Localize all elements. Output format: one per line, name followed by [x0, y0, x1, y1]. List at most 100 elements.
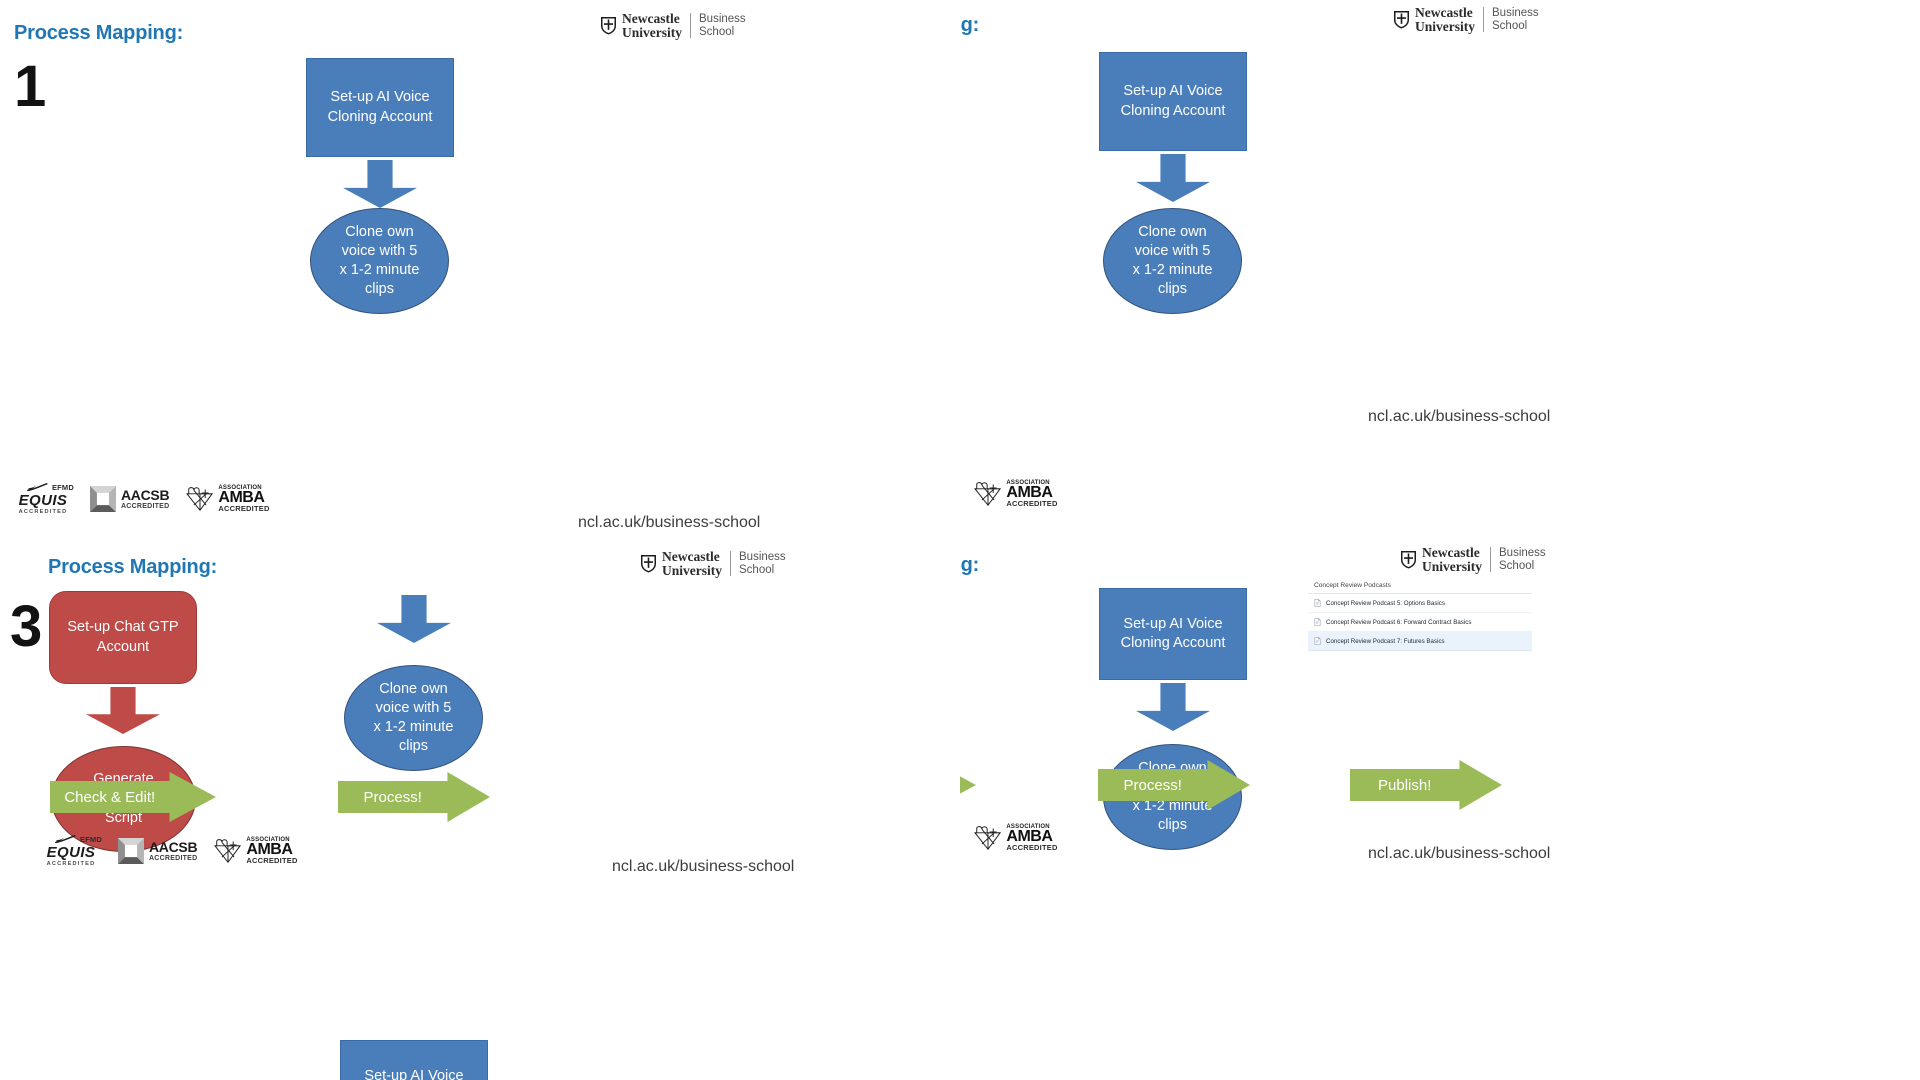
- newcastle-logo: Newcastle University Business School: [600, 12, 746, 39]
- newcastle-logo-line2: University: [622, 24, 682, 40]
- podcast-list-item[interactable]: Concept Review Podcast 6: Forward Contra…: [1308, 613, 1532, 632]
- slide-panel-4: Process Mapping: 4 Set-up Chat GTP Accou…: [960, 540, 1920, 1080]
- node-chat-gtp-setup: Set-up Chat GTP Account: [49, 591, 197, 684]
- newcastle-logo-line1: Newcastle: [622, 11, 680, 26]
- amba-name: AMBA: [1006, 484, 1053, 502]
- newcastle-logo-sub2: School: [699, 25, 735, 38]
- slide-1-step-number: 1: [14, 54, 47, 119]
- aacsb-logo: AACSB ACCREDITED: [118, 838, 198, 864]
- node-ai-voice-setup: Set-up AI Voice Cloning Account: [1099, 52, 1247, 151]
- slide-panel-2: Process Mapping: 2 Set-up Chat GTP Accou…: [960, 0, 1920, 540]
- screenshot-canvas: Process Mapping: 1 Set-up AI Voice Cloni…: [0, 0, 1920, 1080]
- newcastle-shield-icon: [1401, 551, 1416, 569]
- newcastle-logo-divider: [690, 13, 691, 38]
- footer-url: ncl.ac.uk/business-school: [1368, 408, 1551, 425]
- chevron-check-edit: Check & Edit!: [960, 760, 976, 810]
- amba-name: AMBA: [218, 489, 265, 507]
- equis-name: EQUIS: [18, 492, 68, 509]
- node-ai-voice-setup: Set-up AI Voice Cloning Account: [306, 58, 454, 157]
- chevron-process-label: Process!: [1123, 776, 1182, 794]
- newcastle-logo-sub2: School: [739, 563, 775, 576]
- document-icon: [1314, 618, 1321, 626]
- equis-accredited: ACCREDITED: [46, 861, 96, 867]
- node-ai-voice-setup: Set-up AI Voice Cloning Account: [340, 1040, 488, 1080]
- aacsb-logo: AACSB ACCREDITED: [90, 486, 170, 512]
- accreditation-logos: EFMD EQUIS ACCREDITED AACSB ACCREDITED: [40, 835, 298, 867]
- newcastle-shield-icon: [641, 555, 656, 573]
- footer-url: ncl.ac.uk/business-school: [1368, 845, 1551, 862]
- newcastle-logo: Newcastle University Business School: [1393, 6, 1539, 33]
- newcastle-logo-line1: Newcastle: [1422, 545, 1480, 560]
- aacsb-mark-icon: [118, 838, 144, 864]
- flow-arrow-down-blue: [1136, 154, 1210, 202]
- slide-3-step-number: 3: [10, 594, 43, 659]
- newcastle-logo-divider: [730, 551, 731, 576]
- amba-accredited: ACCREDITED: [1006, 499, 1058, 509]
- newcastle-logo-line2: University: [1422, 558, 1482, 574]
- equis-logo: EFMD EQUIS ACCREDITED: [40, 835, 102, 867]
- chevron-process-label: Process!: [363, 788, 422, 806]
- amba-logo: ASSOCIATION AMBA ACCREDITED: [213, 837, 297, 864]
- concept-review-podcast-list: Concept Review Podcasts Concept Review P…: [1308, 580, 1532, 651]
- amba-logo: ASSOCIATION AMBA ACCREDITED: [185, 485, 269, 512]
- newcastle-logo-line1: Newcastle: [1415, 5, 1473, 20]
- efmd-swoosh-icon: [26, 483, 48, 492]
- podcast-list-item-label: Concept Review Podcast 6: Forward Contra…: [1326, 618, 1472, 626]
- equis-accredited: ACCREDITED: [18, 509, 68, 515]
- amba-diamond-icon: [214, 839, 242, 864]
- newcastle-logo-line2: University: [1415, 18, 1475, 34]
- newcastle-logo-line2: University: [662, 562, 722, 578]
- chevron-process: Process!: [338, 772, 490, 822]
- newcastle-shield-icon: [1394, 11, 1409, 29]
- newcastle-logo-divider: [1490, 547, 1491, 572]
- amba-diamond-icon: [974, 826, 1002, 851]
- newcastle-logo-sub1: Business: [739, 550, 786, 563]
- accreditation-logos: EFMD EQUIS ACCREDITED AACSB ACCREDITED: [12, 483, 270, 515]
- amba-diamond-icon: [974, 482, 1002, 507]
- amba-name: AMBA: [246, 841, 293, 859]
- node-clone-voice: Clone own voice with 5 x 1-2 minute clip…: [344, 665, 483, 771]
- newcastle-logo: Newcastle University Business School: [640, 550, 786, 577]
- flow-arrow-down-red: [86, 687, 160, 734]
- flow-arrow-down-blue: [343, 160, 417, 208]
- amba-logo: ASSOCIATION AMBA ACCREDITED: [973, 480, 1057, 507]
- chevron-publish-label: Publish!: [1378, 776, 1432, 794]
- slide-panel-1: Process Mapping: 1 Set-up AI Voice Cloni…: [0, 0, 960, 540]
- aacsb-accredited: ACCREDITED: [149, 855, 198, 862]
- newcastle-logo-divider: [1483, 7, 1484, 32]
- node-clone-voice: Clone own voice with 5 x 1-2 minute clip…: [1103, 208, 1242, 314]
- podcast-list-item-label: Concept Review Podcast 5: Options Basics: [1326, 599, 1445, 607]
- efmd-label: EFMD: [51, 483, 74, 492]
- podcast-list-item[interactable]: Concept Review Podcast 5: Options Basics: [1308, 594, 1532, 613]
- slide-3-title: Process Mapping:: [48, 556, 218, 578]
- newcastle-logo-sub1: Business: [1492, 6, 1539, 19]
- document-icon: [1314, 599, 1321, 607]
- aacsb-name: AACSB: [149, 839, 198, 855]
- amba-accredited: ACCREDITED: [1006, 843, 1058, 853]
- slide-1-title: Process Mapping:: [14, 22, 184, 44]
- accreditation-logos: EFMD EQUIS ACCREDITED AACSB ACCREDITED: [960, 822, 1058, 854]
- amba-name: AMBA: [1006, 828, 1053, 846]
- chevron-check-edit-label: Check & Edit!: [64, 788, 156, 806]
- amba-diamond-icon: [186, 487, 214, 512]
- accreditation-logos: EFMD EQUIS ACCREDITED AACSB ACCREDITED: [960, 478, 1058, 510]
- newcastle-logo: Newcastle University Business School: [1400, 546, 1546, 573]
- aacsb-name: AACSB: [121, 487, 170, 503]
- slide-panel-3: Process Mapping: 3 Set-up Chat GTP Accou…: [0, 540, 960, 1080]
- podcast-list-header: Concept Review Podcasts: [1308, 580, 1532, 594]
- equis-name: EQUIS: [46, 844, 96, 861]
- aacsb-mark-icon: [90, 486, 116, 512]
- efmd-label: EFMD: [79, 835, 102, 844]
- amba-logo: ASSOCIATION AMBA ACCREDITED: [973, 824, 1057, 851]
- podcast-list-item-selected[interactable]: Concept Review Podcast 7: Futures Basics: [1308, 632, 1532, 651]
- newcastle-logo-sub2: School: [1492, 19, 1528, 32]
- newcastle-logo-sub1: Business: [1499, 546, 1546, 559]
- equis-logo: EFMD EQUIS ACCREDITED: [12, 483, 74, 515]
- node-ai-voice-setup: Set-up AI Voice Cloning Account: [1099, 588, 1247, 680]
- podcast-list-item-label: Concept Review Podcast 7: Futures Basics: [1326, 637, 1445, 645]
- aacsb-accredited: ACCREDITED: [121, 503, 170, 510]
- newcastle-shield-icon: [601, 17, 616, 35]
- slide-2-title: Process Mapping:: [960, 14, 980, 36]
- newcastle-logo-sub1: Business: [699, 12, 746, 25]
- document-icon: [1314, 637, 1321, 645]
